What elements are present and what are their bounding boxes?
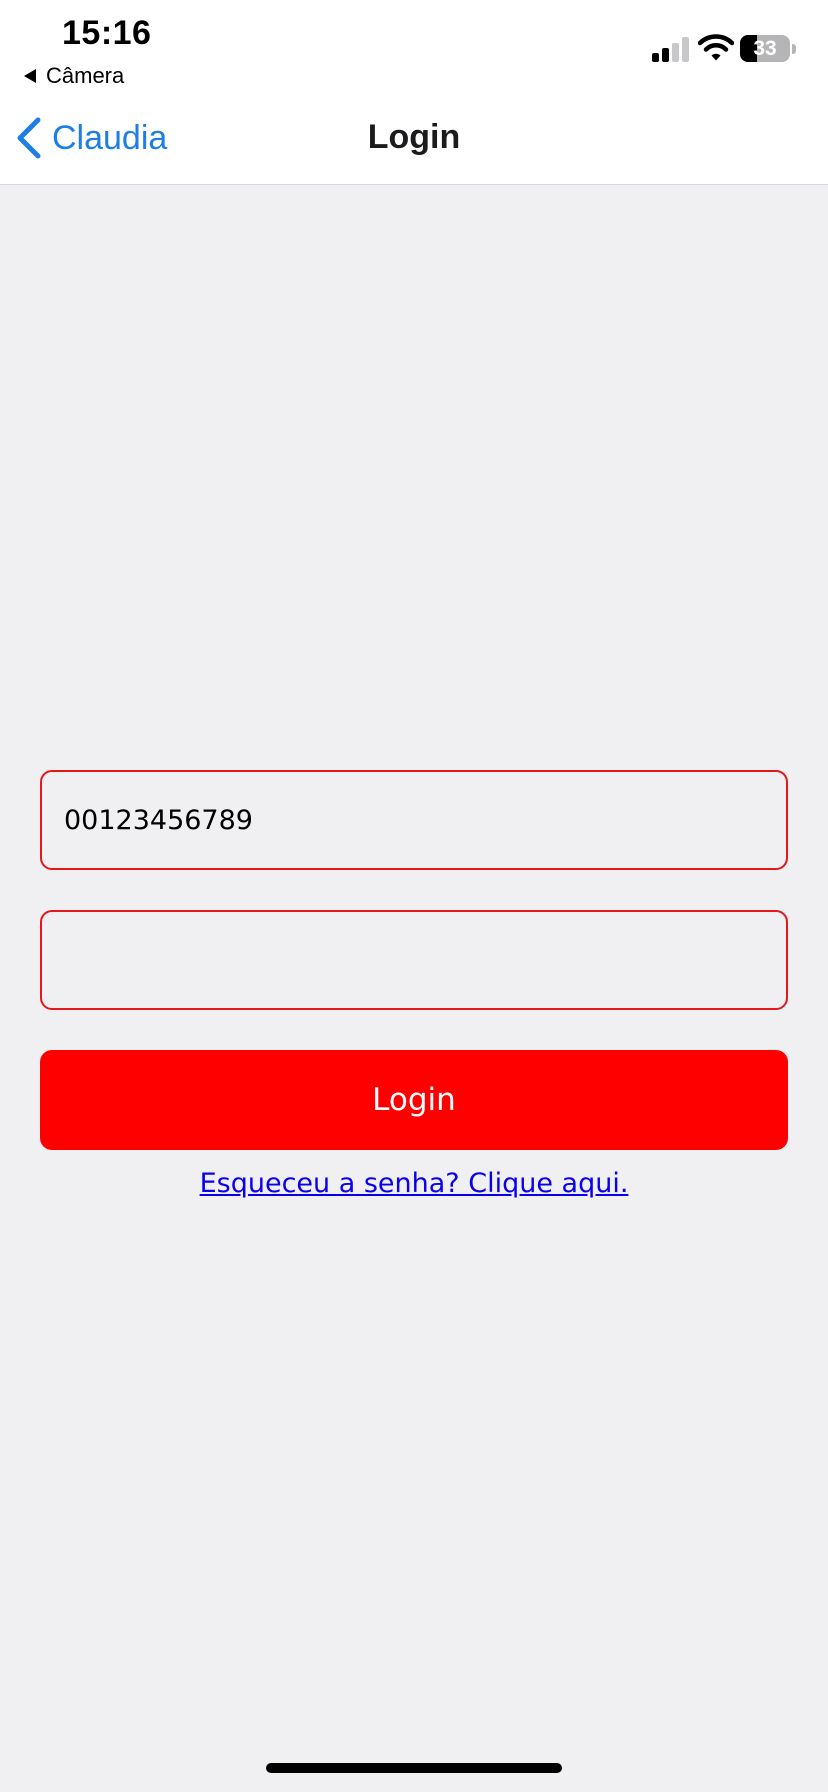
login-button[interactable]: Login xyxy=(40,1050,788,1150)
signal-bar xyxy=(662,48,669,62)
signal-bar xyxy=(682,37,689,62)
signal-bar xyxy=(672,43,679,62)
username-input[interactable] xyxy=(62,803,766,837)
back-triangle-icon xyxy=(24,69,36,83)
password-field[interactable] xyxy=(40,910,788,1010)
navigation-bar: Claudia Login xyxy=(0,92,828,185)
login-form: Login Esqueceu a senha? Clique aqui. xyxy=(40,770,788,1199)
battery-cap xyxy=(792,44,796,54)
back-to-app-button[interactable]: Câmera xyxy=(24,62,124,90)
status-time: 15:16 xyxy=(62,14,152,52)
battery-icon: 33 xyxy=(740,35,790,62)
username-field[interactable] xyxy=(40,770,788,870)
password-input[interactable] xyxy=(62,943,766,977)
battery-percentage: 33 xyxy=(753,37,777,60)
wifi-icon xyxy=(698,34,734,61)
back-app-label: Câmera xyxy=(46,63,125,88)
page-title: Login xyxy=(367,118,461,156)
cellular-signal-icon xyxy=(652,36,690,62)
signal-bar xyxy=(652,53,659,62)
forgot-password-link[interactable]: Esqueceu a senha? Clique aqui. xyxy=(40,1168,788,1199)
status-bar: 15:16 Câmera 33 xyxy=(0,0,828,92)
home-indicator[interactable] xyxy=(266,1763,562,1773)
